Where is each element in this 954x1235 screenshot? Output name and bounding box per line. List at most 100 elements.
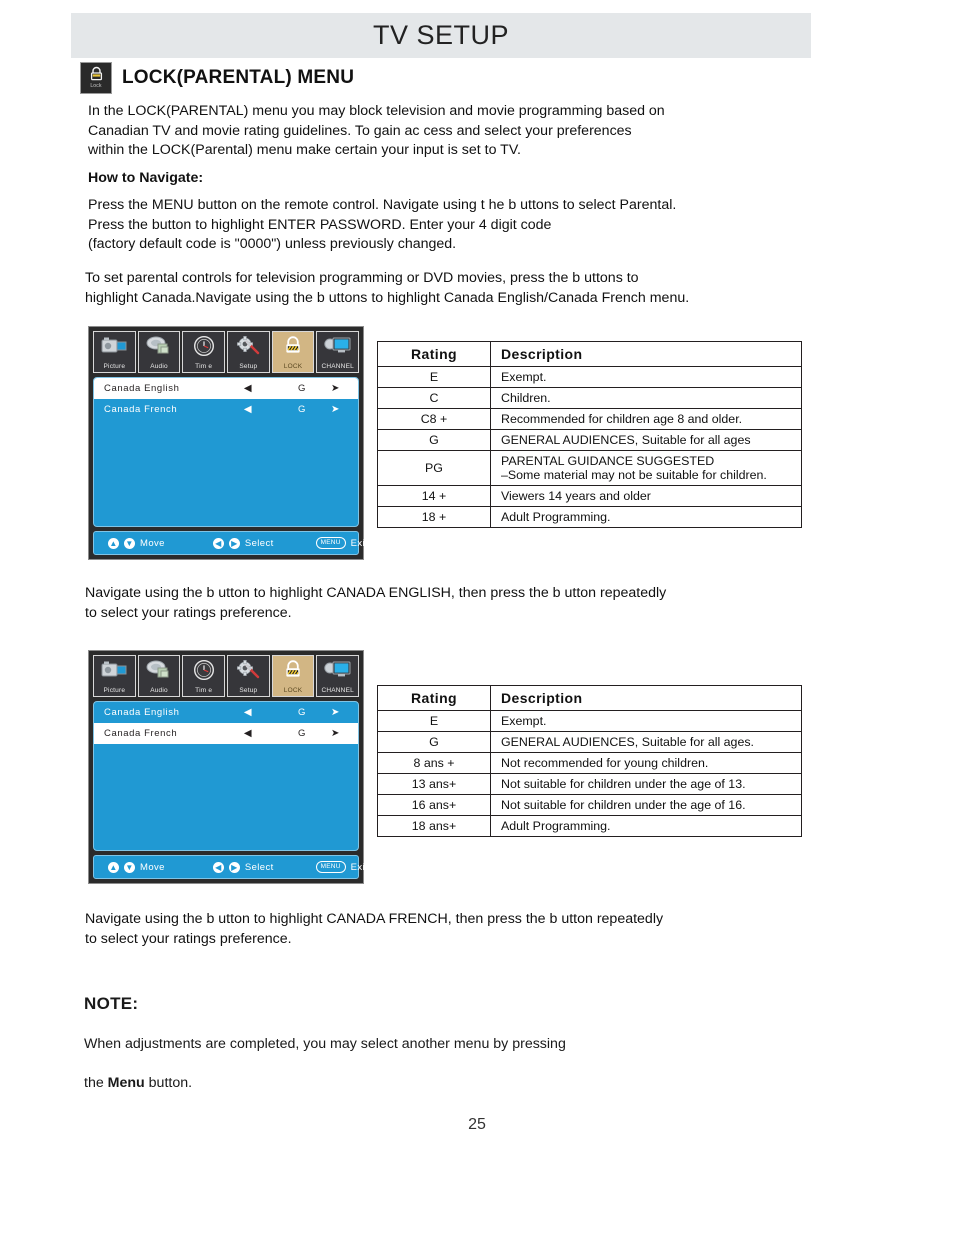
cell-rating: C bbox=[377, 387, 491, 409]
gear-icon bbox=[234, 659, 262, 681]
cell-description: PARENTAL GUIDANCE SUGGESTED –Some materi… bbox=[490, 450, 802, 486]
speaker-icon bbox=[145, 335, 173, 357]
osd-menu-english[interactable]: Picture Audio Tim e Setup LOCK CHANNEL C… bbox=[88, 326, 368, 560]
padlock-icon bbox=[281, 659, 305, 681]
osd-tab-label: CHANNEL bbox=[321, 363, 354, 370]
osd-row-label: Canada French bbox=[104, 728, 178, 739]
note-menu-keyword: Menu bbox=[107, 1074, 145, 1091]
col-header-description: Description bbox=[490, 685, 802, 711]
arrow-right-icon: ▶ bbox=[228, 537, 240, 549]
cell-rating: PG bbox=[377, 450, 491, 486]
osd-menu-french[interactable]: Picture Audio Tim e Setup LOCK CHANNEL C… bbox=[88, 650, 368, 884]
table-row: 8 ans + Not recommended for young childr… bbox=[377, 752, 802, 774]
osd-row-value: G bbox=[298, 707, 306, 718]
cell-description: Recommended for children age 8 and older… bbox=[490, 408, 802, 430]
camera-icon bbox=[100, 335, 128, 357]
osd-row-canada-english-2[interactable]: Canada English ◀ G ➤ bbox=[94, 702, 358, 723]
menu-key-icon: MENU bbox=[315, 537, 346, 549]
arrow-left-icon: ◀ bbox=[212, 537, 224, 549]
cell-description: Adult Programming. bbox=[490, 506, 802, 528]
cell-description: Not suitable for children under the age … bbox=[490, 773, 802, 795]
table-row: G GENERAL AUDIENCES, Suitable for all ag… bbox=[377, 429, 802, 451]
osd-tab-label: Tim e bbox=[195, 363, 213, 370]
ratings-table-french: Rating Description E Exempt. G GENERAL A… bbox=[377, 685, 802, 837]
osd-tab-label: Audio bbox=[150, 363, 168, 370]
osd-row-value: G bbox=[298, 404, 306, 415]
menu-key-icon: MENU bbox=[315, 861, 346, 873]
monitor-icon bbox=[323, 659, 353, 681]
lock-badge-caption: Lock bbox=[90, 83, 102, 89]
osd-row-canada-french-1[interactable]: Canada French ◀ G ➤ bbox=[94, 399, 358, 420]
right-arrow-icon[interactable]: ➤ bbox=[330, 728, 348, 739]
cell-description: Not suitable for children under the age … bbox=[490, 794, 802, 816]
arrow-up-icon: ▲ bbox=[108, 861, 119, 873]
osd-row-canada-french-2[interactable]: Canada French ◀ G ➤ bbox=[94, 723, 358, 744]
hint-select-label: Select bbox=[244, 537, 274, 549]
col-header-rating: Rating bbox=[377, 341, 491, 367]
cell-description: Exempt. bbox=[490, 710, 802, 732]
osd-tab-setup-2[interactable]: Setup bbox=[227, 655, 270, 697]
note-line-2-suffix: button. bbox=[144, 1074, 193, 1091]
how-to-navigate-heading: How to Navigate: bbox=[88, 170, 204, 186]
cell-rating: E bbox=[377, 710, 491, 732]
table-row: 18 ans+ Adult Programming. bbox=[377, 815, 802, 837]
right-arrow-icon[interactable]: ➤ bbox=[330, 404, 348, 415]
osd-tab-audio-2[interactable]: Audio bbox=[137, 655, 181, 697]
osd-row-canada-english-1[interactable]: Canada English ◀ G ➤ bbox=[94, 378, 358, 399]
osd-tab-channel-2[interactable]: CHANNEL bbox=[316, 655, 360, 697]
osd-tab-channel-1[interactable]: CHANNEL bbox=[316, 331, 360, 373]
cell-rating: 14 + bbox=[377, 485, 491, 507]
left-arrow-icon[interactable]: ◀ bbox=[222, 404, 274, 415]
osd-row-value: G bbox=[298, 728, 306, 739]
table-header-row: Rating Description bbox=[377, 685, 802, 711]
left-arrow-icon[interactable]: ◀ bbox=[222, 383, 274, 394]
osd-tab-time-2[interactable]: Tim e bbox=[182, 655, 226, 697]
hint-select-2: ◀ ▶ Select bbox=[212, 861, 274, 873]
gear-icon bbox=[234, 335, 262, 357]
osd-tab-setup-1[interactable]: Setup bbox=[227, 331, 270, 373]
table-row: PG PARENTAL GUIDANCE SUGGESTED –Some mat… bbox=[377, 450, 802, 486]
arrow-down-icon: ▼ bbox=[124, 537, 135, 549]
hint-move-label: Move bbox=[140, 537, 165, 549]
osd-tab-time-1[interactable]: Tim e bbox=[182, 331, 226, 373]
right-arrow-icon[interactable]: ➤ bbox=[330, 383, 348, 394]
osd-tab-bar-1: Picture Audio Tim e Setup LOCK CHANNEL bbox=[93, 331, 360, 373]
hint-exit-label: Exit bbox=[350, 861, 369, 873]
cell-description: Not recommended for young children. bbox=[490, 752, 802, 774]
page-header-band: TV SETUP bbox=[71, 13, 811, 58]
osd-tab-audio-1[interactable]: Audio bbox=[137, 331, 181, 373]
osd-row-label: Canada English bbox=[104, 707, 180, 718]
cell-description: Children. bbox=[490, 387, 802, 409]
osd-tab-bar-2: Picture Audio Tim e Setup LOCK CHANNEL bbox=[93, 655, 360, 697]
osd-tab-lock-1[interactable]: LOCK bbox=[271, 331, 315, 373]
hint-exit-2: MENU Exit bbox=[315, 861, 369, 873]
left-arrow-icon[interactable]: ◀ bbox=[222, 707, 274, 718]
table-row: C Children. bbox=[377, 387, 802, 409]
note-line-1: When adjustments are completed, you may … bbox=[84, 1035, 566, 1052]
table-row: 13 ans+ Not suitable for children under … bbox=[377, 773, 802, 795]
osd-row-label: Canada English bbox=[104, 383, 180, 394]
table-row: E Exempt. bbox=[377, 710, 802, 732]
osd-body-1: Canada English ◀ G ➤ Canada French ◀ G ➤ bbox=[93, 377, 359, 527]
osd-tab-picture-1[interactable]: Picture bbox=[93, 331, 136, 373]
table-row: E Exempt. bbox=[377, 366, 802, 388]
arrow-left-icon: ◀ bbox=[212, 861, 224, 873]
lock-badge-icon: Lock bbox=[80, 62, 112, 94]
note-line-2-prefix: the bbox=[84, 1074, 108, 1091]
cell-rating: G bbox=[377, 731, 491, 753]
cell-rating: 13 ans+ bbox=[377, 773, 491, 795]
table-row: C8 + Recommended for children age 8 and … bbox=[377, 408, 802, 430]
osd-tab-label: Setup bbox=[239, 687, 258, 694]
col-header-description: Description bbox=[490, 341, 802, 367]
hint-move-1: ▲ ▼ Move bbox=[108, 537, 165, 549]
osd-tab-lock-2[interactable]: LOCK bbox=[271, 655, 315, 697]
caption-english: Navigate using the b utton to highlight … bbox=[85, 585, 667, 621]
left-arrow-icon[interactable]: ◀ bbox=[222, 728, 274, 739]
cell-rating: 8 ans + bbox=[377, 752, 491, 774]
cell-rating: 18 ans+ bbox=[377, 815, 491, 837]
padlock-icon bbox=[281, 335, 305, 357]
right-arrow-icon[interactable]: ➤ bbox=[330, 707, 348, 718]
hint-select-label: Select bbox=[244, 861, 274, 873]
osd-tab-picture-2[interactable]: Picture bbox=[93, 655, 136, 697]
osd-tab-label: LOCK bbox=[283, 687, 303, 694]
